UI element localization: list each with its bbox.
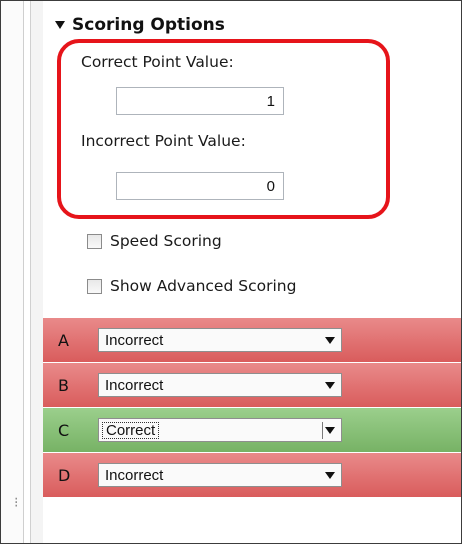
- left-strip: ⁝: [1, 1, 24, 543]
- scoring-options-frame: ⁝ Scoring Options Correct Point Value: I…: [0, 0, 462, 544]
- chevron-down-icon[interactable]: [325, 427, 335, 434]
- incorrect-point-input[interactable]: [116, 172, 284, 200]
- correct-point-label: Correct Point Value:: [81, 53, 234, 71]
- answer-letter: D: [58, 465, 71, 485]
- select-separator: [322, 422, 323, 439]
- select-value: Incorrect: [105, 466, 164, 484]
- answer-row-c: C Correct: [43, 408, 461, 452]
- advanced-scoring-label: Show Advanced Scoring: [110, 277, 297, 295]
- chevron-down-icon[interactable]: [325, 472, 335, 479]
- answer-status-select[interactable]: Incorrect: [98, 328, 342, 352]
- answer-status-select[interactable]: Incorrect: [98, 463, 342, 487]
- speed-scoring-label: Speed Scoring: [110, 232, 222, 250]
- select-value: Incorrect: [105, 376, 164, 394]
- answer-letter: C: [58, 420, 70, 440]
- select-value: Correct: [102, 421, 160, 439]
- advanced-scoring-option[interactable]: Show Advanced Scoring: [87, 277, 296, 295]
- panel-splitter[interactable]: [30, 1, 44, 543]
- scoring-panel: Scoring Options Correct Point Value: Inc…: [43, 1, 461, 543]
- scoring-options-header[interactable]: Scoring Options: [55, 15, 225, 35]
- section-title: Scoring Options: [72, 15, 225, 35]
- answer-letter: A: [58, 330, 69, 350]
- advanced-scoring-checkbox[interactable]: [87, 278, 102, 294]
- answer-row-d: D Incorrect: [43, 453, 461, 497]
- collapse-triangle-icon[interactable]: [55, 21, 65, 29]
- answer-row-a: A Incorrect: [43, 318, 461, 362]
- speed-scoring-option[interactable]: Speed Scoring: [87, 232, 222, 250]
- answer-status-select[interactable]: Correct: [98, 418, 342, 442]
- select-value: Incorrect: [105, 331, 164, 349]
- chevron-down-icon[interactable]: [325, 337, 335, 344]
- answer-letter: B: [58, 375, 69, 395]
- incorrect-point-label: Incorrect Point Value:: [81, 132, 246, 150]
- speed-scoring-checkbox[interactable]: [87, 233, 102, 249]
- correct-point-input[interactable]: [116, 87, 284, 115]
- resize-marker-icon: ⁝: [14, 495, 19, 511]
- answer-row-b: B Incorrect: [43, 363, 461, 407]
- chevron-down-icon[interactable]: [325, 382, 335, 389]
- answer-status-select[interactable]: Incorrect: [98, 373, 342, 397]
